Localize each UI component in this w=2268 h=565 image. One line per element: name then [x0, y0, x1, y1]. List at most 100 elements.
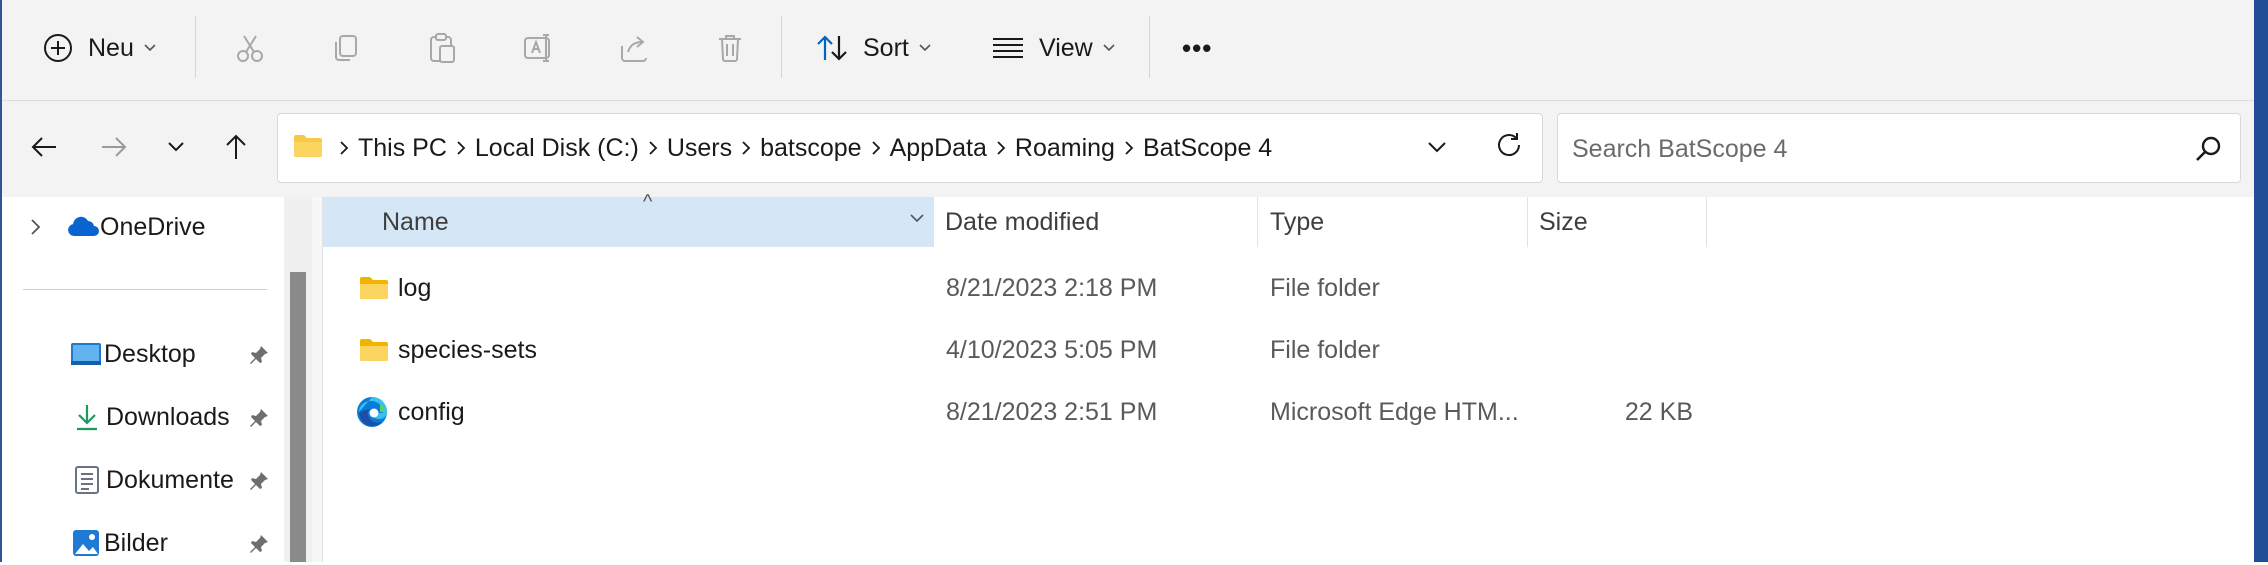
chevron-right-icon[interactable]	[862, 140, 890, 156]
nav-scrollbar-thumb[interactable]	[290, 272, 306, 562]
navigation-pane: OneDrive Desktop Downloads Dokumente Bil…	[2, 197, 284, 562]
chevron-right-icon[interactable]	[639, 140, 667, 156]
nav-item-label: OneDrive	[100, 212, 206, 241]
nav-item-desktop[interactable]: Desktop	[2, 332, 284, 376]
column-header-type[interactable]: Type	[1270, 197, 1324, 247]
paste-icon	[426, 32, 458, 64]
pin-icon[interactable]	[248, 533, 270, 560]
view-icon	[991, 35, 1025, 61]
sort-button-label: Sort	[863, 33, 909, 62]
chevron-down-icon	[167, 140, 185, 158]
share-icon	[618, 32, 650, 64]
nav-divider	[23, 289, 267, 290]
download-icon	[74, 403, 100, 431]
recent-locations-button[interactable]	[156, 129, 196, 169]
rename-button[interactable]	[522, 16, 554, 80]
chevron-right-icon[interactable]	[330, 140, 358, 156]
chevron-right-icon[interactable]	[447, 140, 475, 156]
chevron-right-icon[interactable]	[1115, 140, 1143, 156]
nav-item-label: Dokumente	[106, 465, 234, 494]
pin-icon[interactable]	[248, 470, 270, 497]
sort-icon	[815, 33, 849, 63]
column-filter-chevron-icon[interactable]	[909, 211, 925, 229]
view-button[interactable]: View	[991, 16, 1115, 80]
nav-item-label: Bilder	[104, 528, 168, 557]
nav-item-label: Downloads	[106, 402, 230, 431]
desktop-icon	[70, 341, 102, 367]
breadcrumb-item[interactable]: Local Disk (C:)	[475, 134, 639, 163]
toolbar-divider	[1149, 16, 1150, 78]
more-options-button[interactable]: •••	[1182, 16, 1212, 80]
column-divider[interactable]	[903, 197, 904, 247]
copy-button[interactable]	[330, 16, 362, 80]
address-bar[interactable]: This PC Local Disk (C:) Users batscope AppDa…	[277, 113, 1543, 183]
breadcrumb-item[interactable]: Roaming	[1015, 134, 1115, 163]
cut-icon	[234, 32, 266, 64]
column-divider[interactable]	[1706, 197, 1707, 247]
nav-item-onedrive[interactable]: OneDrive	[2, 205, 284, 249]
file-type: File folder	[1270, 273, 1380, 302]
column-header-size[interactable]: Size	[1539, 197, 1588, 247]
edge-icon	[356, 381, 388, 443]
share-button[interactable]	[618, 16, 650, 80]
column-divider[interactable]	[1257, 197, 1258, 247]
search-input[interactable]	[1570, 114, 2174, 184]
breadcrumb-item[interactable]: AppData	[890, 134, 987, 163]
file-date: 8/21/2023 2:51 PM	[946, 397, 1158, 426]
nav-item-pictures[interactable]: Bilder	[2, 521, 284, 565]
file-name: config	[398, 397, 465, 426]
table-row[interactable]: config 8/21/2023 2:51 PM Microsoft Edge …	[323, 381, 2254, 443]
view-button-label: View	[1039, 33, 1093, 62]
address-history-button[interactable]	[1426, 132, 1448, 167]
chevron-down-icon	[919, 44, 931, 52]
refresh-button[interactable]	[1494, 130, 1524, 165]
file-size: 22 KB	[1624, 397, 1693, 426]
toolbar-divider	[781, 16, 782, 78]
chevron-right-icon[interactable]	[987, 140, 1015, 156]
pane-splitter[interactable]	[312, 197, 323, 562]
breadcrumb: This PC Local Disk (C:) Users batscope AppDa…	[292, 114, 1272, 182]
column-header-date[interactable]: Date modified	[945, 197, 1099, 247]
search-icon[interactable]	[2194, 134, 2224, 169]
up-button[interactable]	[216, 129, 256, 169]
search-box[interactable]	[1557, 113, 2241, 184]
chevron-down-icon	[1426, 142, 1448, 166]
breadcrumb-item[interactable]: This PC	[358, 134, 447, 163]
chevron-right-icon[interactable]	[732, 140, 760, 156]
new-button[interactable]: Neu	[42, 16, 156, 80]
breadcrumb-item[interactable]: batscope	[760, 134, 861, 163]
new-button-label: Neu	[88, 33, 134, 62]
back-button[interactable]	[24, 129, 64, 169]
folder-icon	[358, 319, 390, 381]
rename-icon	[522, 32, 554, 64]
delete-button[interactable]	[714, 16, 746, 80]
sort-indicator: ^	[643, 191, 653, 213]
breadcrumb-item[interactable]: BatScope 4	[1143, 134, 1272, 163]
pin-icon[interactable]	[248, 344, 270, 371]
column-divider[interactable]	[1527, 197, 1528, 247]
plus-circle-icon	[42, 32, 74, 64]
copy-icon	[330, 32, 362, 64]
breadcrumb-item[interactable]: Users	[667, 134, 732, 163]
pin-icon[interactable]	[248, 407, 270, 434]
command-bar: Neu Sort View •••	[2, 0, 2254, 101]
table-row[interactable]: species-sets 4/10/2023 5:05 PM File fold…	[323, 319, 2254, 381]
file-name: log	[398, 273, 432, 302]
delete-icon	[714, 32, 746, 64]
picture-icon	[72, 529, 100, 557]
column-header-name[interactable]: Name	[382, 197, 449, 247]
refresh-icon	[1494, 133, 1524, 164]
cut-button[interactable]	[234, 16, 266, 80]
forward-button[interactable]	[94, 129, 134, 169]
nav-item-documents[interactable]: Dokumente	[2, 458, 284, 502]
sort-button[interactable]: Sort	[815, 16, 931, 80]
address-row: This PC Local Disk (C:) Users batscope AppDa…	[2, 101, 2254, 197]
file-list: ^ Name Date modified Type Size log 8/21/…	[323, 191, 2254, 562]
folder-icon	[358, 257, 390, 319]
chevron-down-icon	[1103, 44, 1115, 52]
paste-button[interactable]	[426, 16, 458, 80]
nav-item-downloads[interactable]: Downloads	[2, 395, 284, 439]
column-divider[interactable]	[933, 197, 934, 247]
file-name: species-sets	[398, 335, 537, 364]
table-row[interactable]: log 8/21/2023 2:18 PM File folder	[323, 257, 2254, 319]
